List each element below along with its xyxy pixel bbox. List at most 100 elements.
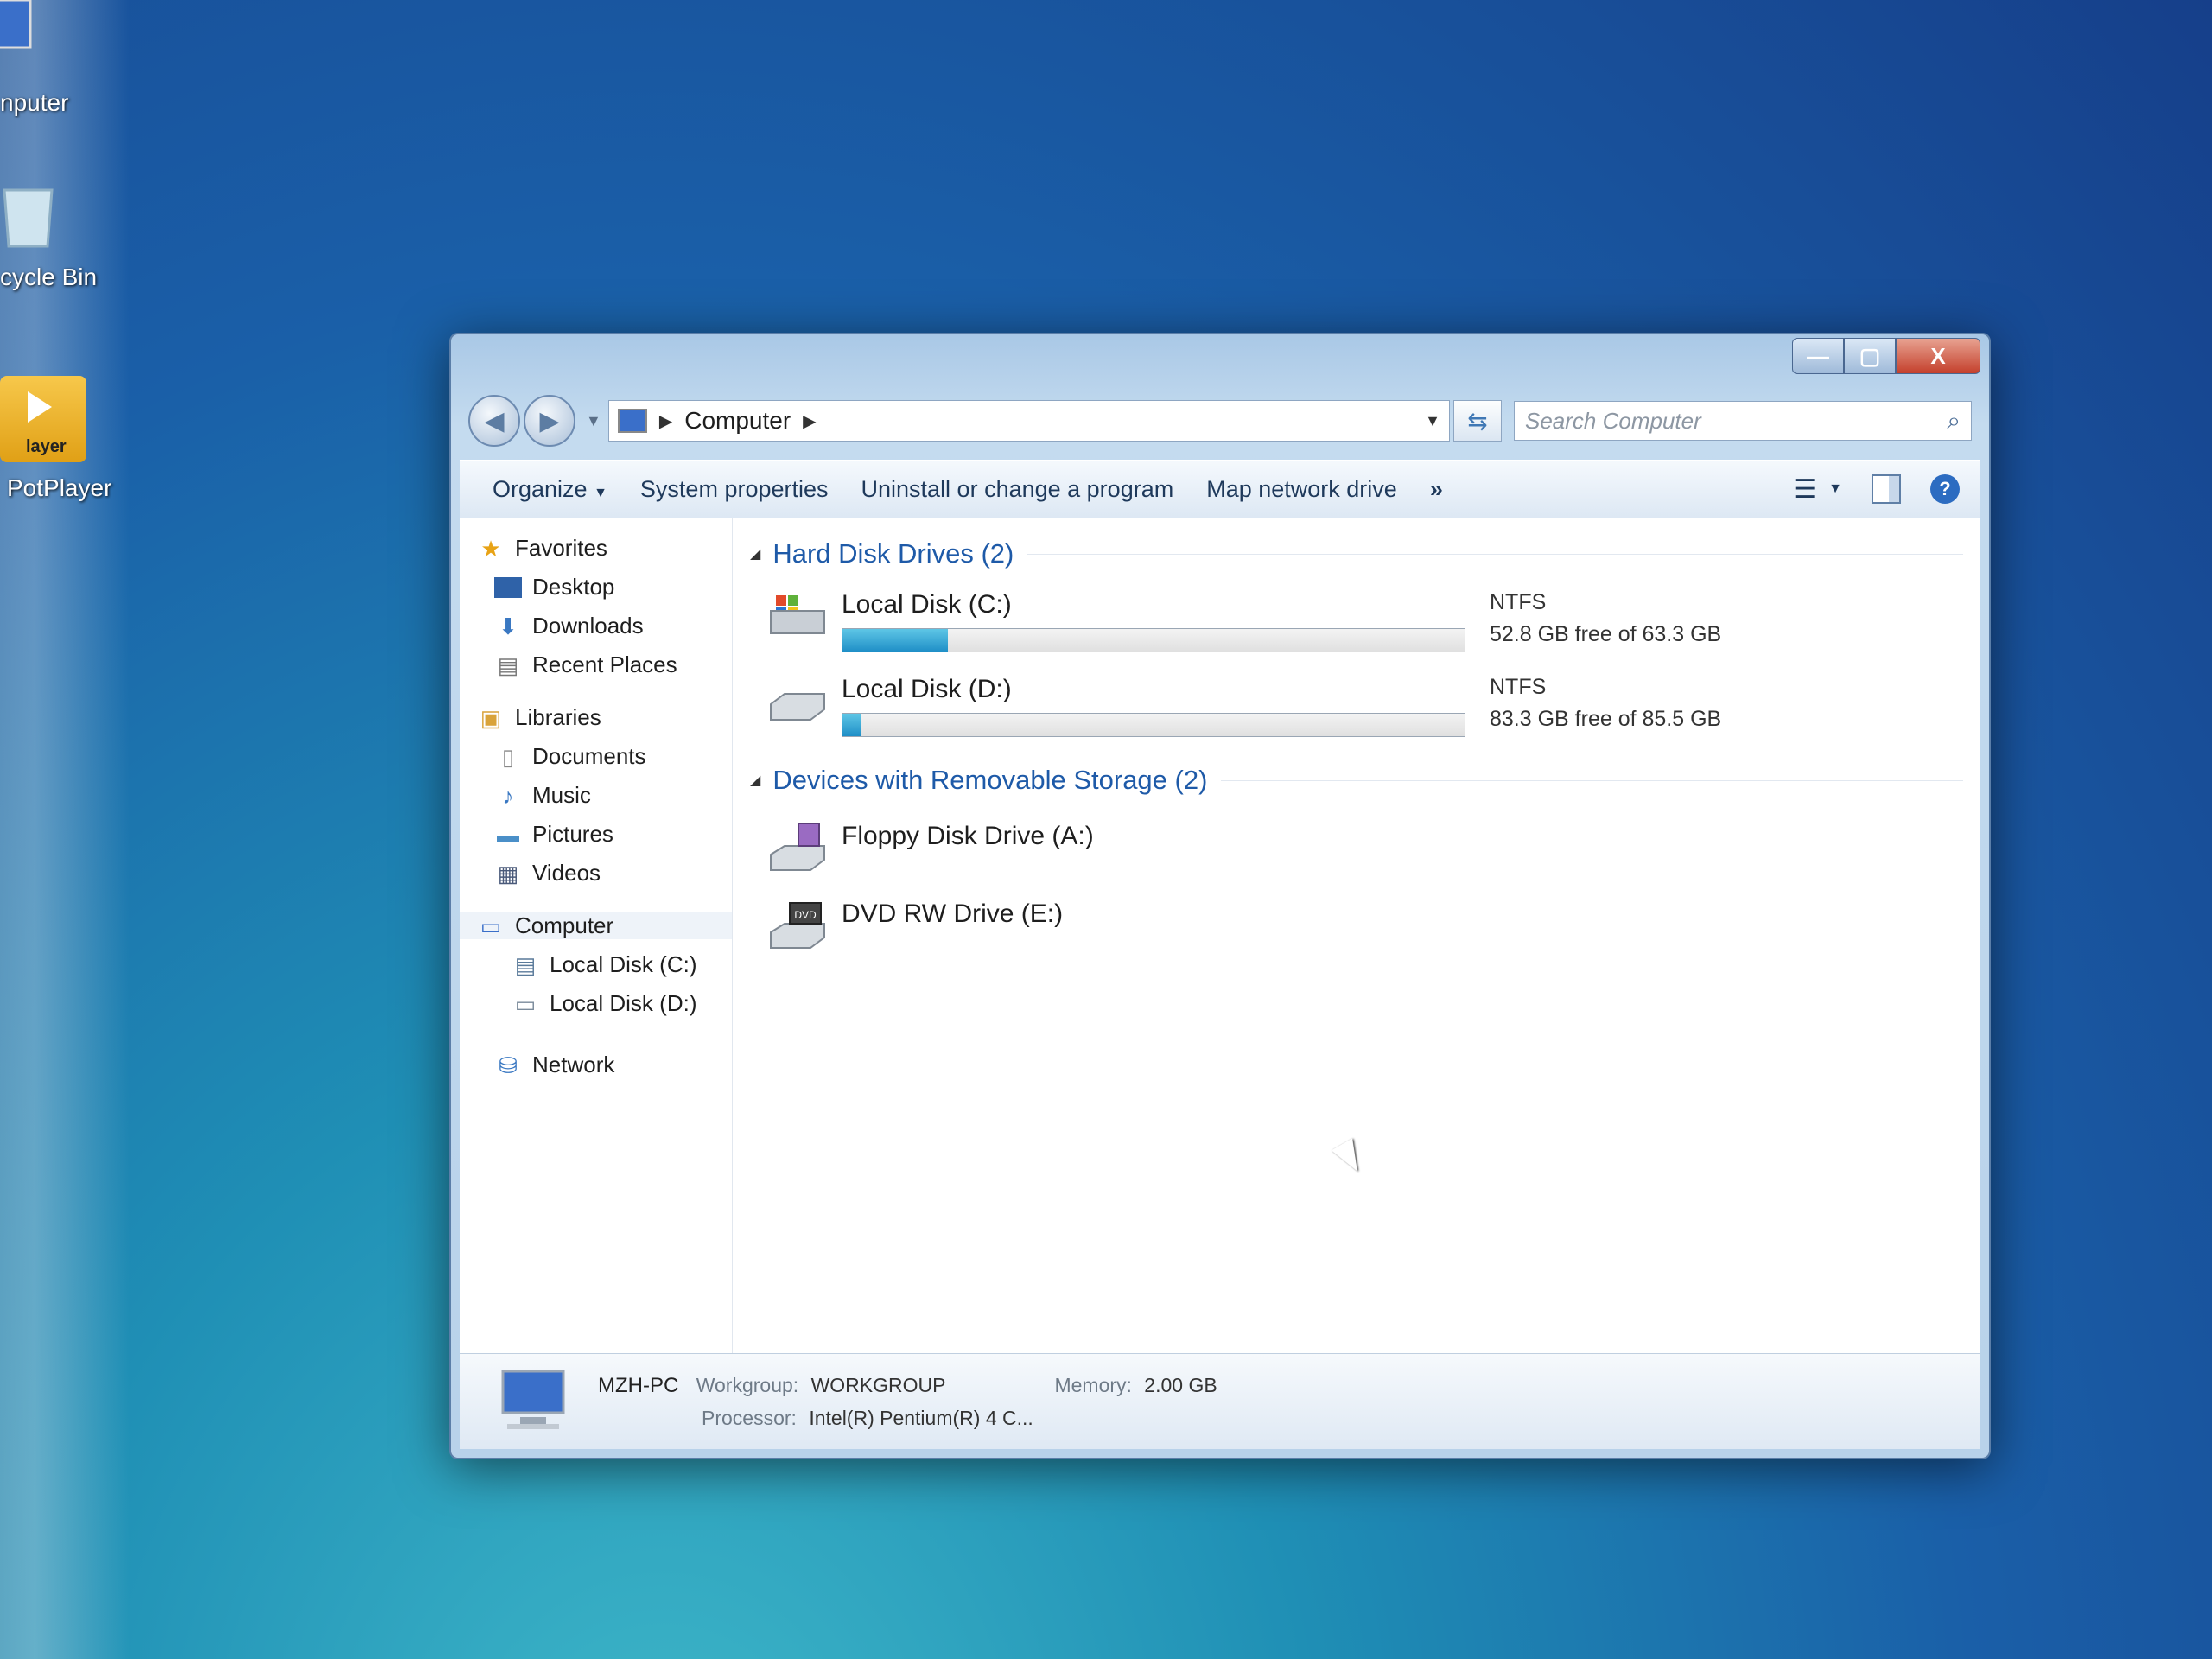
- drive-floppy-a[interactable]: Floppy Disk Drive (A:): [767, 822, 1963, 874]
- drive-usage-bar: [842, 713, 1465, 737]
- drive-name: Local Disk (C:): [842, 590, 1012, 619]
- nav-item-desktop[interactable]: Desktop: [460, 574, 732, 601]
- play-icon: [28, 391, 52, 423]
- music-icon: ♪: [502, 782, 514, 809]
- navigation-row: ◀ ▶ ▼ ▶ Computer ▶ ▼ ⇆ Search Computer ⌕: [468, 395, 1972, 447]
- recent-places-icon: ▤: [497, 652, 519, 678]
- maximize-button[interactable]: ▢: [1844, 338, 1896, 374]
- drive-filesystem: NTFS: [1490, 590, 1547, 614]
- preview-pane-icon[interactable]: [1872, 474, 1901, 504]
- breadcrumb-separator-icon[interactable]: ▶: [803, 410, 816, 432]
- documents-icon: ▯: [501, 743, 515, 770]
- nav-item-pictures[interactable]: ▬ Pictures: [460, 821, 732, 848]
- potplayer-icon: layer: [0, 376, 86, 462]
- address-dropdown-icon[interactable]: ▼: [1425, 412, 1440, 430]
- nav-favorites[interactable]: ★ Favorites: [460, 535, 732, 562]
- desktop-icon-label: cycle Bin: [0, 264, 98, 290]
- view-options-dropdown-icon[interactable]: ▼: [1828, 481, 1842, 497]
- collapse-triangle-icon: ◢: [750, 547, 761, 562]
- help-icon[interactable]: ?: [1930, 474, 1960, 504]
- address-bar[interactable]: ▶ Computer ▶ ▼: [607, 400, 1450, 442]
- recent-pages-dropdown-icon[interactable]: ▼: [586, 412, 601, 430]
- libraries-icon: ▣: [480, 704, 502, 731]
- nav-libraries[interactable]: ▣ Libraries: [460, 704, 732, 731]
- section-removable-storage[interactable]: ◢ Devices with Removable Storage (2): [750, 765, 1963, 796]
- nav-item-label: Documents: [532, 743, 646, 769]
- drive-local-disk-c[interactable]: Local Disk (C:) NTFS 52.8 GB free of 63.…: [767, 590, 1963, 654]
- more-commands-button[interactable]: »: [1430, 476, 1443, 503]
- uninstall-program-button[interactable]: Uninstall or change a program: [861, 476, 1174, 503]
- nav-network[interactable]: ⛁ Network: [460, 1052, 732, 1078]
- forward-button[interactable]: ▶: [524, 395, 575, 447]
- nav-item-local-disk-d[interactable]: ▭ Local Disk (D:): [460, 990, 732, 1017]
- device-name: Floppy Disk Drive (A:): [842, 822, 1094, 850]
- nav-item-label: Music: [532, 782, 591, 808]
- nav-item-documents[interactable]: ▯ Documents: [460, 743, 732, 770]
- map-network-drive-button[interactable]: Map network drive: [1206, 476, 1397, 503]
- explorer-body: ★ Favorites Desktop ⬇ Downloads ▤ Recent Pl…: [460, 518, 1980, 1354]
- computer-small-icon: [617, 409, 647, 433]
- section-divider: [1221, 779, 1963, 781]
- processor-value: Intel(R) Pentium(R) 4 C...: [809, 1406, 1033, 1429]
- system-properties-button[interactable]: System properties: [640, 476, 829, 503]
- back-button[interactable]: ◀: [468, 395, 520, 447]
- desktop-icon-label: PotPlayer: [7, 474, 112, 501]
- nav-item-recent-places[interactable]: ▤ Recent Places: [460, 652, 732, 678]
- refresh-icon: ⇆: [1467, 407, 1488, 435]
- close-button[interactable]: X: [1896, 338, 1980, 374]
- nav-item-music[interactable]: ♪ Music: [460, 782, 732, 809]
- nav-item-label: Desktop: [532, 574, 615, 600]
- section-hard-disk-drives[interactable]: ◢ Hard Disk Drives (2): [750, 538, 1963, 569]
- drive-name: Local Disk (D:): [842, 675, 1012, 703]
- desktop-icon-recycle-bin[interactable]: cycle Bin: [0, 181, 97, 291]
- drive-usage-fill: [842, 629, 949, 652]
- organize-button[interactable]: Organize ▼: [493, 476, 607, 503]
- section-label: Devices with Removable Storage (2): [772, 765, 1208, 795]
- back-arrow-icon: ◀: [484, 406, 505, 435]
- nav-computer-label: Computer: [515, 912, 614, 938]
- search-icon[interactable]: ⌕: [1947, 407, 1961, 435]
- details-line-2: Processor: Intel(R) Pentium(R) 4 C...: [702, 1407, 1217, 1430]
- drive-meta: NTFS 52.8 GB free of 63.3 GB: [1490, 590, 1721, 654]
- minimize-button[interactable]: —: [1792, 338, 1844, 374]
- desktop-icon-label: nputer: [0, 89, 69, 116]
- explorer-window[interactable]: — ▢ X ◀ ▶ ▼ ▶ Computer ▶ ▼ ⇆ Search Comp…: [449, 333, 1991, 1459]
- details-pane: MZH-PC Workgroup: WORKGROUP Memory: 2.00…: [460, 1353, 1980, 1449]
- nav-item-label: Local Disk (D:): [550, 990, 697, 1016]
- nav-computer[interactable]: ▭ Computer: [460, 912, 732, 939]
- search-placeholder: Search Computer: [1525, 407, 1701, 434]
- drive-local-disk-d[interactable]: Local Disk (D:) NTFS 83.3 GB free of 85.…: [767, 675, 1963, 739]
- drive-free-space: 83.3 GB free of 85.5 GB: [1490, 707, 1722, 731]
- workgroup-value: WORKGROUP: [810, 1373, 946, 1396]
- computer-icon: ▭: [480, 912, 502, 939]
- dvd-drive-icon: DVD: [770, 902, 825, 949]
- nav-item-label: Pictures: [532, 821, 613, 847]
- nav-item-downloads[interactable]: ⬇ Downloads: [460, 613, 732, 639]
- drive-filesystem: NTFS: [1490, 675, 1547, 699]
- details-text: MZH-PC Workgroup: WORKGROUP Memory: 2.00…: [598, 1374, 1217, 1430]
- chevron-down-icon: ▼: [594, 485, 607, 500]
- search-input[interactable]: Search Computer ⌕: [1514, 401, 1972, 441]
- desktop-icon-potplayer[interactable]: layer PotPlayer: [0, 376, 111, 502]
- breadcrumb-computer[interactable]: Computer: [684, 407, 791, 435]
- breadcrumb-separator-icon[interactable]: ▶: [659, 410, 672, 432]
- drive-info: Local Disk (C:): [842, 590, 1465, 652]
- section-divider: [1027, 553, 1963, 555]
- desktop-icon-computer[interactable]: nputer: [0, 0, 68, 117]
- navigation-pane: ★ Favorites Desktop ⬇ Downloads ▤ Recent Pl…: [460, 518, 733, 1354]
- drive-free-space: 52.8 GB free of 63.3 GB: [1490, 622, 1722, 646]
- nav-item-local-disk-c[interactable]: ▤ Local Disk (C:): [460, 951, 732, 978]
- nav-item-videos[interactable]: ▦ Videos: [460, 860, 732, 887]
- drive-info: Local Disk (D:): [842, 675, 1465, 737]
- nav-item-label: Videos: [532, 860, 601, 886]
- dvd-badge: DVD: [794, 909, 817, 921]
- caption-buttons: — ▢ X: [1792, 338, 1980, 374]
- drive-dvd-rw-e[interactable]: DVD DVD RW Drive (E:): [767, 899, 1963, 951]
- organize-label: Organize: [493, 475, 588, 502]
- memory-label: Memory:: [1054, 1373, 1132, 1396]
- refresh-button[interactable]: ⇆: [1453, 400, 1502, 442]
- nav-item-label: Local Disk (C:): [550, 951, 697, 977]
- command-bar-right: ☰ ▼ ?: [1764, 474, 1960, 505]
- content-pane: ◢ Hard Disk Drives (2) Local Disk (C:) N…: [733, 518, 1980, 1354]
- change-view-icon[interactable]: ☰: [1793, 474, 1816, 505]
